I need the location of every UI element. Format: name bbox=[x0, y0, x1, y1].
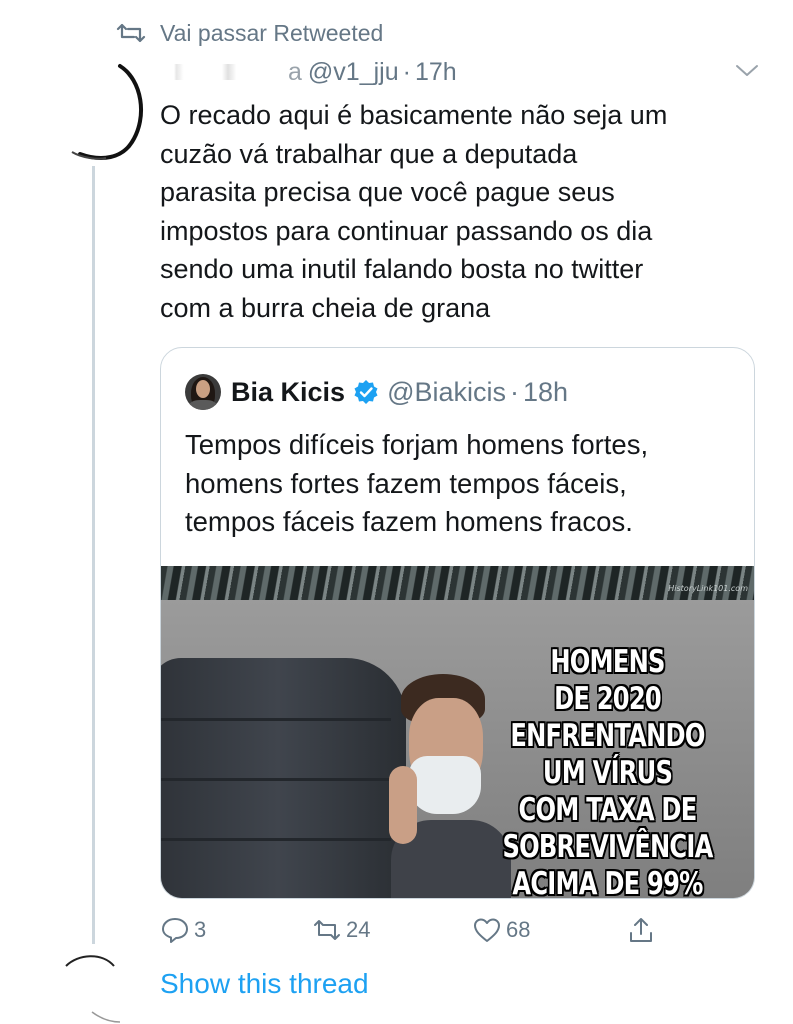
quoted-text-line: Tempos difíceis forjam homens fortes, bbox=[185, 429, 649, 460]
retweet-count: 24 bbox=[346, 917, 371, 942]
tweet-text: O recado aqui é basicamente não seja um … bbox=[160, 96, 760, 327]
retweet-banner: Vai passar Retweeted bbox=[116, 18, 383, 48]
quoted-text-line: tempos fáceis fazem homens fracos. bbox=[185, 506, 633, 537]
image-watermark: HistoryLink101.com bbox=[668, 584, 748, 593]
retweet-button[interactable]: 24 bbox=[312, 916, 370, 944]
quoted-tweet-time[interactable]: 18h bbox=[523, 377, 568, 408]
author-handle[interactable]: @v1_jju bbox=[308, 58, 399, 87]
meme-caption: HOMENS DE 2020 ENFRENTANDO UM VÍRUS COM … bbox=[493, 644, 722, 898]
tweet-text-line: sendo uma inutil falando bosta no twitte… bbox=[160, 254, 644, 284]
tweet-text-line: com a burra cheia de grana bbox=[160, 292, 491, 323]
author-avatar[interactable] bbox=[62, 62, 148, 164]
retweet-icon bbox=[314, 920, 340, 940]
like-button[interactable]: 68 bbox=[472, 916, 530, 944]
meme-caption-line: HOMENS bbox=[550, 644, 665, 680]
tweet-actions: 3 24 68 bbox=[160, 916, 660, 952]
verified-badge-icon bbox=[354, 380, 378, 404]
meme-caption-line: ACIMA DE 99% bbox=[512, 866, 703, 898]
tweet-text-line: O recado aqui é basicamente não seja um bbox=[160, 100, 668, 130]
header-separator: · bbox=[402, 57, 411, 86]
share-icon bbox=[630, 918, 652, 942]
next-tweet-avatar[interactable] bbox=[62, 952, 122, 1024]
author-name-tail: a bbox=[288, 57, 302, 86]
tweet-text-line: parasita precisa que você pague seus bbox=[160, 177, 615, 207]
face-mask bbox=[409, 756, 481, 814]
quoted-tweet-image[interactable]: HistoryLink101.com HOMENS DE 2020 ENFREN… bbox=[161, 566, 754, 898]
share-button[interactable] bbox=[626, 916, 660, 944]
meme-caption-line: SOBREVIVÊNCIA bbox=[502, 829, 713, 865]
reply-icon bbox=[162, 918, 188, 943]
tweet-text-line: impostos para continuar passando os dia bbox=[160, 215, 653, 246]
meme-caption-line: ENFRENTANDO bbox=[510, 718, 705, 754]
man-hand bbox=[389, 766, 417, 844]
tweet-header: a @v1_jju · 17h bbox=[162, 54, 457, 90]
image-top-strip bbox=[161, 566, 754, 600]
quoted-tweet-text: Tempos difíceis forjam homens fortes, ho… bbox=[185, 426, 648, 542]
heart-icon bbox=[474, 918, 500, 942]
tweet-time[interactable]: 17h bbox=[415, 58, 457, 87]
tweet-text-line: cuzão vá trabalhar que a deputada bbox=[160, 138, 578, 169]
meme-caption-line: COM TAXA DE bbox=[518, 792, 698, 828]
seat-shape bbox=[161, 658, 406, 898]
reply-count: 3 bbox=[194, 917, 207, 942]
retweet-banner-label: Vai passar Retweeted bbox=[160, 19, 384, 46]
quoted-author-name[interactable]: Bia Kicis bbox=[231, 377, 345, 408]
quoted-author-avatar[interactable] bbox=[185, 374, 221, 410]
show-thread-link[interactable]: Show this thread bbox=[160, 968, 369, 1000]
quoted-text-line: homens fortes fazem tempos fáceis, bbox=[185, 467, 627, 499]
meme-caption-line: DE 2020 bbox=[554, 681, 662, 717]
retweet-icon bbox=[116, 23, 146, 43]
author-name-redacted bbox=[162, 64, 282, 80]
thread-line bbox=[92, 166, 95, 944]
quoted-tweet-card[interactable]: Bia Kicis @Biakicis · 18h Tempos difícei… bbox=[160, 347, 755, 899]
quoted-header-separator: · bbox=[510, 376, 519, 407]
reply-button[interactable]: 3 bbox=[160, 916, 206, 944]
like-count: 68 bbox=[506, 917, 531, 942]
quoted-tweet-header: Bia Kicis @Biakicis · 18h bbox=[185, 374, 568, 410]
chevron-down-icon[interactable] bbox=[734, 62, 760, 80]
meme-caption-line: UM VÍRUS bbox=[542, 755, 673, 791]
quoted-author-handle[interactable]: @Biakicis bbox=[387, 377, 506, 408]
